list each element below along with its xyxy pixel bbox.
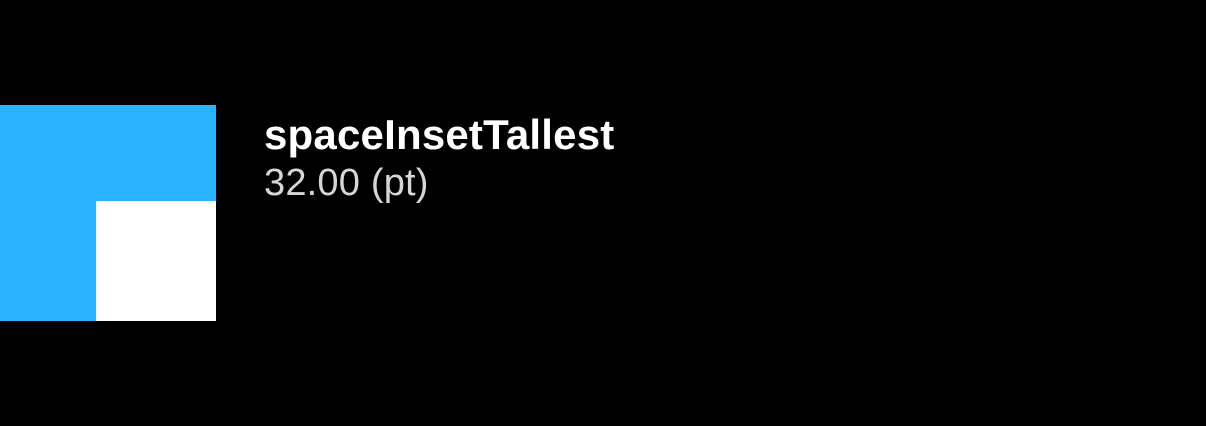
- token-info: spaceInsetTallest 32.00 (pt): [264, 110, 614, 206]
- spacing-swatch: [0, 105, 216, 321]
- token-name: spaceInsetTallest: [264, 111, 615, 158]
- token-canvas: spaceInsetTallest 32.00 (pt): [0, 0, 1206, 426]
- token-value: 32.00 (pt): [264, 162, 429, 204]
- spacing-inset-area: [96, 201, 216, 321]
